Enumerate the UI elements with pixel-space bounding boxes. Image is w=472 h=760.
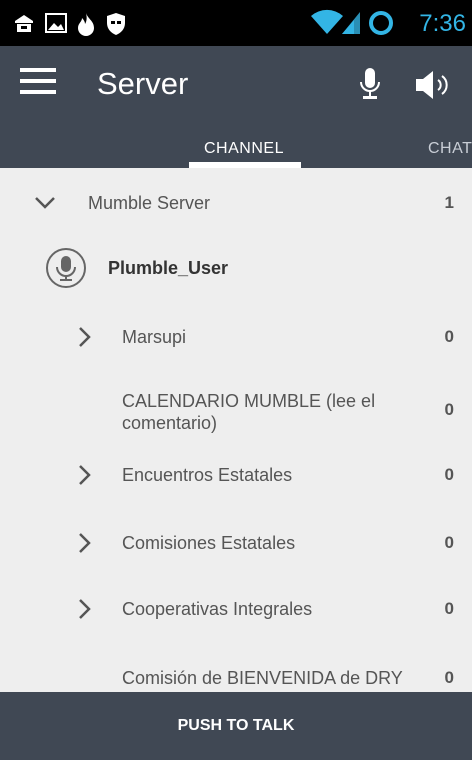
status-bar: 7:36 <box>0 0 472 46</box>
chevron-right-icon[interactable] <box>78 532 92 559</box>
wifi-icon <box>310 8 344 41</box>
chevron-right-icon[interactable] <box>78 326 92 353</box>
clock: 7:36 <box>419 10 466 37</box>
tab-bar: CHANNEL CHAT <box>0 124 472 168</box>
image-icon <box>44 11 68 40</box>
shield-icon <box>104 11 128 42</box>
user-name: Plumble_User <box>108 258 229 278</box>
channel-name: Comisión de BIENVENIDA de DRY <box>122 668 403 688</box>
fire-icon <box>74 11 98 42</box>
microphone-icon <box>56 256 76 281</box>
channel-name: Cooperativas Integrales <box>122 599 313 619</box>
channel-user-count: 0 <box>444 668 454 687</box>
channel-row[interactable]: CALENDARIO MUMBLE (lee el comentario) 0 <box>0 370 472 444</box>
tab-channel[interactable]: CHANNEL <box>204 140 284 158</box>
page-title: Server <box>97 66 189 101</box>
action-bar: Server <box>0 46 472 124</box>
channel-name: Encuentros Estatales <box>122 465 293 485</box>
channel-list: Mumble Server 1 Plumble_User Marsupi 0 C… <box>0 168 472 692</box>
channel-row[interactable]: Cooperativas Integrales 0 <box>0 578 472 644</box>
channel-user-count: 0 <box>444 465 454 484</box>
user-count: 1 <box>444 193 454 212</box>
channel-row[interactable]: Comisiones Estatales 0 <box>0 512 472 578</box>
chevron-right-icon[interactable] <box>78 464 92 491</box>
channel-name: CALENDARIO MUMBLE (lee el comentario) <box>122 391 376 433</box>
push-to-talk-button[interactable]: PUSH TO TALK <box>0 692 472 760</box>
speaker-icon[interactable] <box>414 68 454 107</box>
menu-icon[interactable] <box>20 68 56 102</box>
channel-user-count: 0 <box>444 533 454 552</box>
chevron-right-icon[interactable] <box>78 598 92 625</box>
channel-row[interactable]: Comisión de BIENVENIDA de DRY 0 <box>0 644 472 692</box>
signal-icon <box>340 10 362 41</box>
microphone-icon[interactable] <box>355 64 385 109</box>
lock-screen-icon <box>12 11 36 40</box>
chevron-down-icon[interactable] <box>34 196 56 215</box>
tab-chat[interactable]: CHAT <box>428 140 472 158</box>
channel-user-count: 0 <box>444 327 454 346</box>
channel-name: Marsupi <box>122 327 187 347</box>
channel-row[interactable]: Encuentros Estatales 0 <box>0 444 472 512</box>
user-row[interactable]: Plumble_User <box>0 234 472 304</box>
server-name: Mumble Server <box>88 193 211 213</box>
channel-name: Comisiones Estatales <box>122 533 296 553</box>
channel-user-count: 0 <box>444 400 454 419</box>
server-row[interactable]: Mumble Server 1 <box>0 168 472 234</box>
avatar <box>46 248 86 288</box>
channel-row[interactable]: Marsupi 0 <box>0 304 472 370</box>
sync-icon <box>368 10 394 41</box>
channel-user-count: 0 <box>444 599 454 618</box>
